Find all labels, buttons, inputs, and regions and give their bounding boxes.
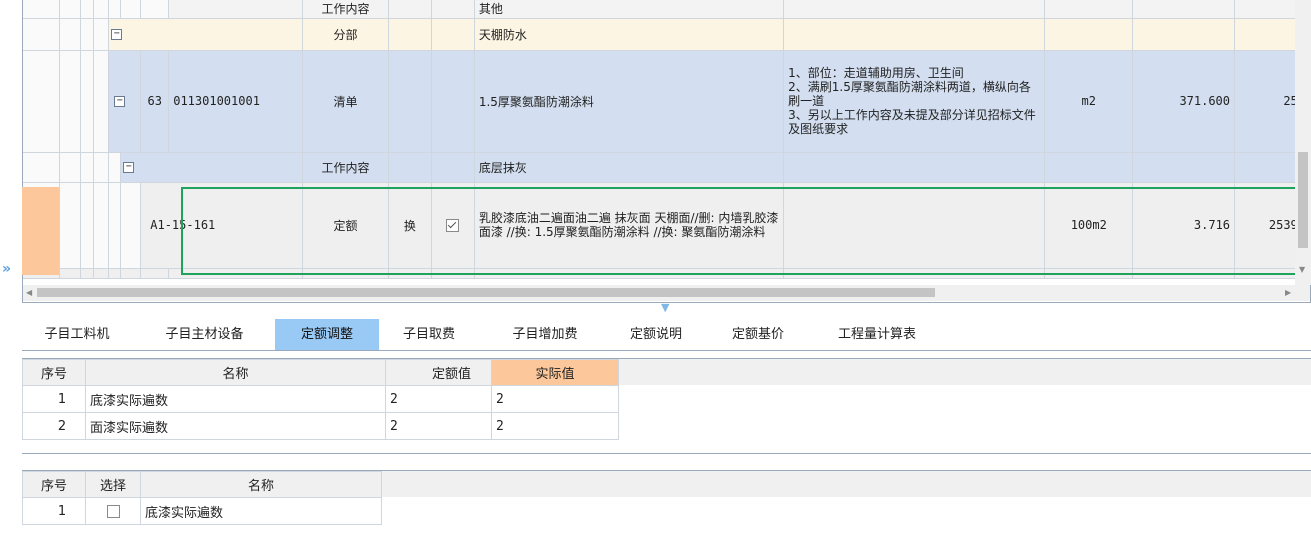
type-cell: 分部 [302, 18, 389, 51]
splitter-chevron-icon[interactable]: ▼ [661, 301, 669, 314]
quota-value-cell: 2 [385, 412, 492, 440]
type-cell: 工作内容 [302, 152, 389, 183]
scroll-thumb[interactable] [37, 288, 935, 297]
collapse-icon[interactable]: − [123, 162, 135, 173]
collapse-icon[interactable]: − [114, 96, 126, 107]
adjust-table: 序号 名称 定额值 实际值 1 底漆实际遍数 2 2 2 面漆实际遍数 2 2 [22, 359, 619, 440]
table-row[interactable]: 1 底漆实际遍数 2 2 [22, 385, 619, 413]
bill-table: 工作内容 其他 − 分部 天棚防水 − 63 011301001001 清单 1… [23, 0, 1310, 279]
index-cell: 2 [22, 412, 86, 440]
name-cell: 面漆实际遍数 [85, 412, 386, 440]
index-cell: 1 [22, 497, 86, 525]
change-cell: 换 [388, 182, 432, 269]
header-quota: 定额值 [385, 359, 492, 386]
tab-main-equipment[interactable]: 子目主材设备 [152, 319, 257, 350]
type-cell: 定额 [302, 182, 389, 269]
tab-quota-adjust[interactable]: 定额调整 [275, 319, 379, 350]
type-cell: 清单 [302, 50, 389, 153]
name-cell: 其他 [474, 0, 785, 19]
table-row[interactable]: − 工作内容 底层抹灰 [23, 152, 1310, 183]
tab-fee[interactable]: 子目取费 [392, 319, 466, 350]
table-row[interactable]: 工作内容 其他 [23, 0, 1310, 19]
checkbox-unchecked-icon[interactable] [106, 504, 120, 518]
quantity-cell: 371.600 [1132, 50, 1236, 153]
table-row[interactable]: 2 面漆实际遍数 2 2 [22, 412, 619, 440]
expand-panel-icon[interactable]: » [2, 261, 11, 277]
scroll-down-icon[interactable]: ▼ [1299, 265, 1305, 274]
scroll-left-icon[interactable]: ◀ [26, 288, 32, 297]
type-cell: 工作内容 [302, 0, 389, 19]
table-row[interactable]: 1 底漆实际遍数 [22, 497, 382, 525]
header-actual: 实际值 [491, 359, 619, 386]
header-filler [618, 359, 1311, 385]
header-select: 选择 [85, 471, 141, 498]
header-name: 名称 [140, 471, 382, 498]
actual-value-cell[interactable]: 2 [491, 412, 619, 440]
row-indicator [22, 187, 59, 275]
table-row[interactable]: − 分部 天棚防水 [23, 18, 1310, 51]
quantity-cell: 3.716 [1132, 182, 1236, 269]
table-header: 序号 选择 名称 [22, 471, 382, 498]
scroll-right-icon[interactable]: ▶ [1285, 288, 1291, 297]
bill-grid: 工作内容 其他 − 分部 天棚防水 − 63 011301001001 清单 1… [22, 0, 1311, 303]
code-cell: 011301001001 [168, 50, 304, 153]
actual-value-cell[interactable]: 2 [491, 385, 619, 413]
table-header: 序号 名称 定额值 实际值 [22, 359, 619, 386]
vertical-scrollbar[interactable]: ▼ [1295, 0, 1311, 285]
table-row[interactable]: − 63 011301001001 清单 1.5厚聚氨酯防潮涂料 1、部位：走道… [23, 50, 1310, 153]
description-cell: 1、部位：走道辅助用房、卫生间 2、满刷1.5厚聚氨酯防潮涂料两道，横纵向各刷一… [783, 50, 1046, 153]
name-cell: 底漆实际遍数 [85, 385, 386, 413]
scroll-thumb[interactable] [1298, 152, 1308, 248]
table-row-selected[interactable]: A1-15-161 定额 换 乳胶漆底油二遍面油二遍 抹灰面 天棚面//删: 内… [23, 182, 1310, 269]
horizontal-scrollbar[interactable]: ◀ ▶ [23, 285, 1310, 301]
unit-cell: m2 [1044, 50, 1134, 153]
quota-adjust-panel: 序号 名称 定额值 实际值 1 底漆实际遍数 2 2 2 面漆实际遍数 2 2 [22, 358, 1311, 454]
header-name: 名称 [85, 359, 386, 386]
name-cell: 底层抹灰 [474, 152, 785, 183]
unit-cell: 100m2 [1044, 182, 1134, 269]
index-cell: 1 [22, 385, 86, 413]
name-cell: 乳胶漆底油二遍面油二遍 抹灰面 天棚面//删: 内墙乳胶漆 面漆 //换: 1.… [474, 182, 785, 269]
header-filler [381, 471, 1311, 497]
name-cell: 底漆实际遍数 [140, 497, 382, 525]
quota-value-cell: 2 [385, 385, 492, 413]
tab-quantity-calc[interactable]: 工程量计算表 [822, 319, 932, 350]
code-cell: A1-15-161 [140, 182, 304, 269]
checkbox-checked-icon[interactable] [446, 219, 460, 232]
index-cell: 63 [140, 50, 170, 153]
name-cell: 天棚防水 [474, 18, 785, 51]
header-index: 序号 [22, 471, 86, 498]
tab-extra-fee[interactable]: 子目增加费 [497, 319, 593, 350]
detail-tabs: 子目工料机 子目主材设备 定额调整 子目取费 子目增加费 定额说明 定额基价 工… [22, 319, 1311, 351]
tab-base-price[interactable]: 定额基价 [719, 319, 797, 350]
name-cell: 1.5厚聚氨酯防潮涂料 [474, 50, 785, 153]
select-table: 序号 选择 名称 1 底漆实际遍数 [22, 471, 382, 525]
tab-labor-material[interactable]: 子目工料机 [32, 319, 122, 350]
collapse-icon[interactable]: − [111, 29, 123, 40]
table-row[interactable] [23, 268, 1310, 279]
tab-quota-notes[interactable]: 定额说明 [617, 319, 695, 350]
header-index: 序号 [22, 359, 86, 386]
option-select-panel: 序号 选择 名称 1 底漆实际遍数 [22, 470, 1311, 543]
